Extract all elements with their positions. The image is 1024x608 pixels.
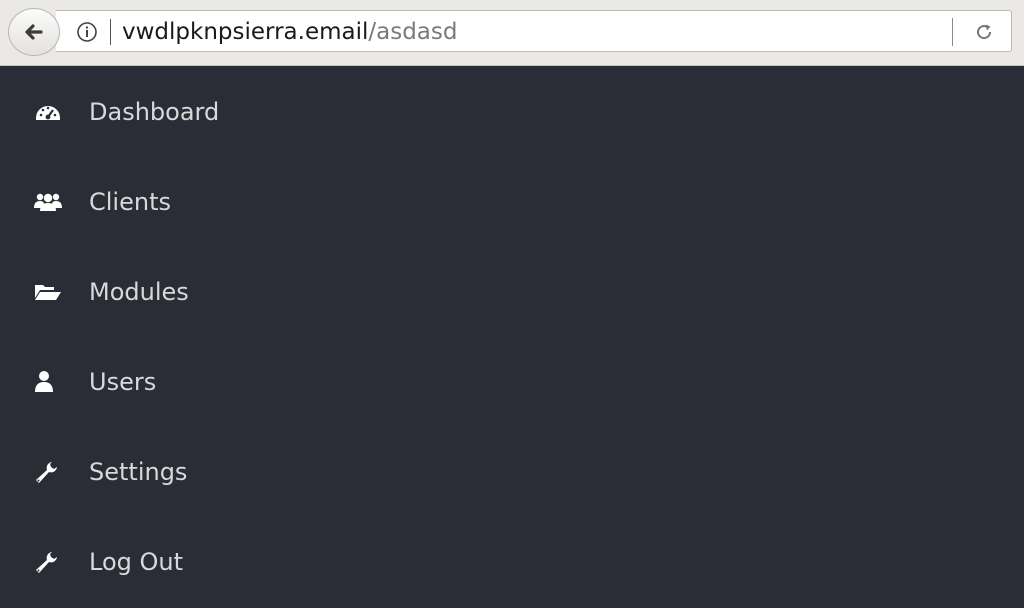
folder-open-icon xyxy=(35,285,61,300)
sidebar-menu: Dashboard Clients Modules Users Settings… xyxy=(0,67,1024,608)
info-icon[interactable] xyxy=(76,21,98,43)
user-icon xyxy=(35,371,53,392)
menu-item-dashboard[interactable]: Dashboard xyxy=(0,67,1024,157)
browser-toolbar: vwdlpknpsierra.email/asdasd xyxy=(0,0,1024,66)
menu-item-clients[interactable]: Clients xyxy=(0,157,1024,247)
users-group-icon xyxy=(34,193,62,211)
menu-item-label: Settings xyxy=(89,458,188,486)
menu-item-settings[interactable]: Settings xyxy=(0,427,1024,517)
dashboard-gauge-icon xyxy=(36,106,60,120)
wrench-icon xyxy=(36,552,57,573)
menu-item-logout[interactable]: Log Out xyxy=(0,517,1024,607)
menu-item-users[interactable]: Users xyxy=(0,337,1024,427)
menu-item-label: Dashboard xyxy=(89,98,220,126)
url-text[interactable]: vwdlpknpsierra.email/asdasd xyxy=(122,17,457,47)
menu-item-label: Users xyxy=(89,368,157,396)
url-host: vwdlpknpsierra.email xyxy=(122,19,369,45)
menu-item-label: Clients xyxy=(89,188,171,216)
back-button[interactable] xyxy=(8,8,60,56)
menu-item-modules[interactable]: Modules xyxy=(0,247,1024,337)
reload-separator xyxy=(952,18,953,46)
reload-icon[interactable] xyxy=(973,21,995,43)
url-path: /asdasd xyxy=(368,19,458,45)
address-bar[interactable]: vwdlpknpsierra.email/asdasd xyxy=(56,10,1012,52)
wrench-icon xyxy=(36,462,57,483)
menu-item-label: Log Out xyxy=(89,548,184,576)
address-separator xyxy=(110,19,111,45)
menu-item-label: Modules xyxy=(89,278,189,306)
back-arrow-icon xyxy=(25,24,43,40)
